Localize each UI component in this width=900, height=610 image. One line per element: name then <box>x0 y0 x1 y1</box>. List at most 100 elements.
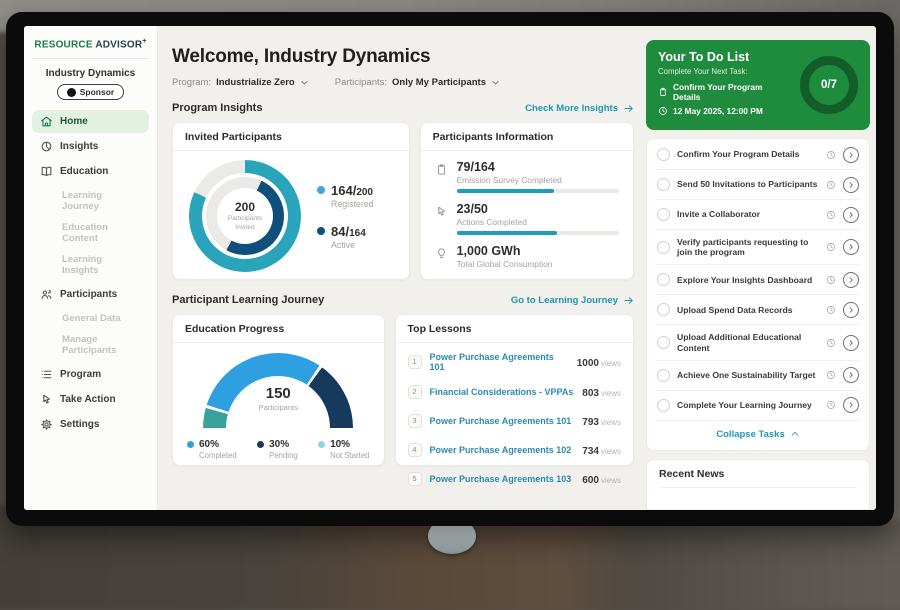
sponsor-badge: Sponsor <box>57 84 124 100</box>
legend-dot <box>317 227 325 235</box>
logo-plus: + <box>142 38 146 45</box>
lesson-link[interactable]: Power Purchase Agreements 101 <box>430 416 575 426</box>
legend-dot <box>187 441 194 448</box>
checkbox-icon[interactable] <box>657 241 670 254</box>
task-row-upload-educational-content[interactable]: Upload Additional Educational Content <box>656 325 860 360</box>
check-more-insights-link[interactable]: Check More Insights <box>525 103 634 114</box>
checkbox-icon[interactable] <box>657 369 670 382</box>
clipboard-icon <box>435 163 448 176</box>
lesson-row: 5 Power Purchase Agreements 103 600views <box>408 464 621 493</box>
education-gauge-chart: 150 Participants <box>203 353 353 430</box>
arrow-right-icon <box>623 103 634 114</box>
program-filter-value: Industrialize Zero <box>216 77 295 88</box>
progress-track <box>457 189 619 193</box>
sidebar-item-education[interactable]: Education <box>32 160 149 183</box>
participants-filter[interactable]: Participants: Only My Participants <box>335 77 500 88</box>
donut-center-value: 200 <box>235 200 255 214</box>
task-row-upload-spend-data[interactable]: Upload Spend Data Records <box>656 295 860 325</box>
checkbox-icon[interactable] <box>657 208 670 221</box>
task-open-button[interactable] <box>843 207 859 223</box>
page-title: Welcome, Industry Dynamics <box>172 46 634 68</box>
clock-icon <box>826 305 836 315</box>
todo-summary-card: Your To Do List Complete Your Next Task:… <box>646 40 870 130</box>
learning-cards-row: Education Progress 150 Participants 60% … <box>172 314 634 466</box>
task-row-send-invitations[interactable]: Send 50 Invitations to Participants <box>656 170 860 200</box>
checkbox-icon[interactable] <box>657 336 670 349</box>
sidebar-item-general-data[interactable]: General Data <box>32 308 149 329</box>
sidebar-item-take-action[interactable]: Take Action <box>32 388 149 411</box>
chevron-down-icon <box>491 78 500 87</box>
checkbox-icon[interactable] <box>657 303 670 316</box>
task-open-button[interactable] <box>843 147 859 163</box>
recent-news-title: Recent News <box>659 468 857 488</box>
stat-actions-completed: 23/50 Actions Completed <box>435 202 619 235</box>
chevron-right-icon <box>847 181 855 189</box>
task-row-invite-collaborator[interactable]: Invite a Collaborator <box>656 200 860 230</box>
checkbox-icon[interactable] <box>657 399 670 412</box>
participants-filter-value: Only My Participants <box>392 77 486 88</box>
go-to-learning-journey-link[interactable]: Go to Learning Journey <box>511 295 634 306</box>
task-open-button[interactable] <box>843 367 859 383</box>
legend-active: 84/164 Active <box>317 224 374 250</box>
card-title: Participants Information <box>421 123 633 151</box>
chevron-right-icon <box>847 243 855 251</box>
sidebar-item-insights[interactable]: Insights <box>32 135 149 158</box>
task-row-complete-learning-journey[interactable]: Complete Your Learning Journey <box>656 391 860 421</box>
lesson-link[interactable]: Financial Considerations - VPPAs <box>430 387 575 397</box>
sidebar-item-participants[interactable]: Participants <box>32 283 149 306</box>
clock-icon <box>826 275 836 285</box>
list-icon <box>40 368 53 381</box>
checkbox-icon[interactable] <box>657 178 670 191</box>
task-open-button[interactable] <box>843 397 859 413</box>
sidebar-item-settings[interactable]: Settings <box>32 413 149 436</box>
sidebar-item-learning-insights[interactable]: Learning Insights <box>32 249 149 281</box>
sidebar-item-label: Program <box>60 369 101 380</box>
sidebar-item-home[interactable]: Home <box>32 110 149 133</box>
lesson-link[interactable]: Power Purchase Agreements 103 <box>430 474 575 484</box>
legend-not-started: 10% Not Started <box>318 439 369 460</box>
todo-subtitle: Complete Your Next Task: <box>658 67 790 76</box>
learning-journey-header: Participant Learning Journey Go to Learn… <box>172 294 634 306</box>
insights-cards-row: Invited Participants 200 Participants In… <box>172 122 634 280</box>
chevron-down-icon <box>300 78 309 87</box>
program-filter[interactable]: Program: Industrialize Zero <box>172 77 309 88</box>
task-open-button[interactable] <box>843 239 859 255</box>
resource-advisor-logo: RESOURCE ADVISOR+ <box>32 36 149 59</box>
checkbox-icon[interactable] <box>657 273 670 286</box>
checkbox-icon[interactable] <box>657 148 670 161</box>
chevron-right-icon <box>847 371 855 379</box>
todo-title: Your To Do List <box>658 50 790 64</box>
task-row-achieve-target[interactable]: Achieve One Sustainability Target <box>656 361 860 391</box>
chevron-right-icon <box>847 211 855 219</box>
program-insights-header: Program Insights Check More Insights <box>172 102 634 114</box>
sidebar-item-manage-participants[interactable]: Manage Participants <box>32 329 149 361</box>
lesson-link[interactable]: Power Purchase Agreements 102 <box>430 445 575 455</box>
sidebar-nav: Home Insights Education Learning Journey… <box>32 110 149 436</box>
sidebar-item-label: Home <box>60 116 88 127</box>
task-row-confirm-program[interactable]: Confirm Your Program Details <box>656 140 860 170</box>
task-row-explore-insights[interactable]: Explore Your Insights Dashboard <box>656 265 860 295</box>
task-open-button[interactable] <box>843 177 859 193</box>
todo-task-list: Confirm Your Program Details Send 50 Inv… <box>646 138 870 451</box>
lesson-link[interactable]: Power Purchase Agreements 101 <box>430 352 569 372</box>
lesson-row: 3 Power Purchase Agreements 101 793views <box>408 406 621 435</box>
card-title: Education Progress <box>173 315 384 343</box>
collapse-label: Collapse Tasks <box>716 429 784 440</box>
link-label: Check More Insights <box>525 103 618 114</box>
task-open-button[interactable] <box>843 335 859 351</box>
card-title: Invited Participants <box>173 123 409 151</box>
gear-icon <box>40 418 53 431</box>
org-name: Industry Dynamics <box>32 68 149 79</box>
task-open-button[interactable] <box>843 302 859 318</box>
chevron-right-icon <box>847 151 855 159</box>
sidebar-item-program[interactable]: Program <box>32 363 149 386</box>
sidebar-item-learning-journey[interactable]: Learning Journey <box>32 185 149 217</box>
sidebar-item-education-content[interactable]: Education Content <box>32 217 149 249</box>
clock-icon <box>826 338 836 348</box>
clock-icon <box>826 400 836 410</box>
task-row-verify-participants[interactable]: Verify participants requesting to join t… <box>656 230 860 265</box>
collapse-tasks-link[interactable]: Collapse Tasks <box>656 421 860 449</box>
cursor-click-icon <box>435 205 448 218</box>
task-open-button[interactable] <box>843 272 859 288</box>
logo-resource: RESOURCE <box>34 39 92 50</box>
